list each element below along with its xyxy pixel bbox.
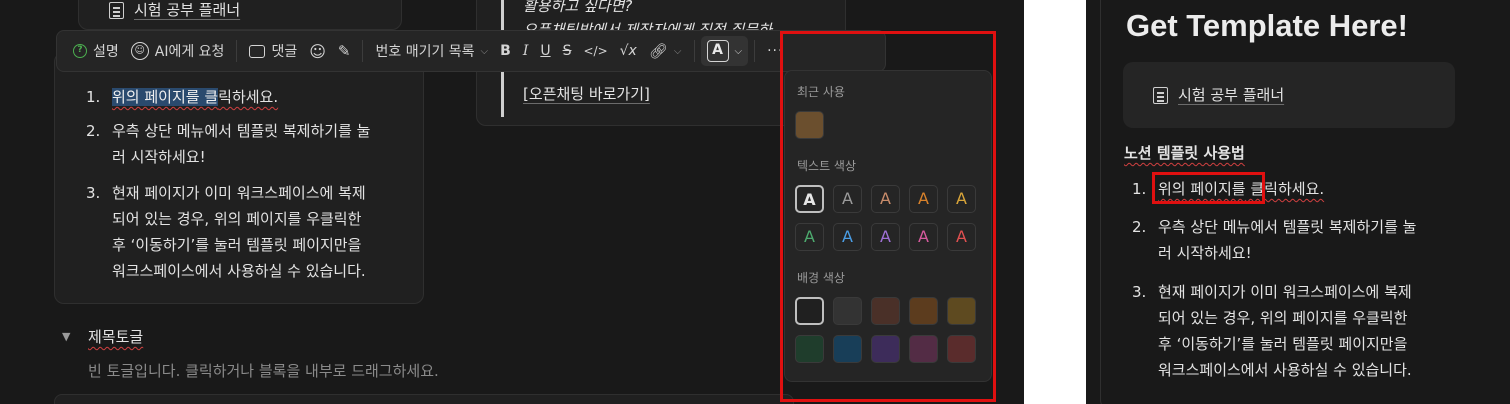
code-button[interactable]: </> (577, 36, 613, 66)
list-item[interactable]: 2. 우측 상단 메뉴에서 템플릿 복제하기를 눌 러 시작하세요! (1132, 214, 1416, 266)
open-chat-link[interactable]: [오픈채팅 바로가기] (523, 81, 650, 107)
page-link[interactable]: 시험 공부 플래너 (1153, 82, 1284, 108)
document-icon (109, 2, 124, 19)
right-screenshot: Get Template Here! 시험 공부 플래너 노션 템플릿 사용법 … (1086, 0, 1510, 404)
ai-face-icon: ☺ (130, 42, 149, 60)
comment-button[interactable]: 댓글 (243, 36, 303, 66)
list-item[interactable]: 3. 현재 페이지가 이미 워크스페이스에 복제 되어 있는 경우, 위의 페이… (1132, 279, 1412, 383)
emoji-add-icon: ☺ (309, 41, 326, 61)
page-link-card: 시험 공부 플래너 (78, 0, 402, 30)
list-item[interactable]: 1. 위의 페이지를 클릭하세요. (86, 84, 278, 110)
section-heading: 노션 템플릿 사용법 (1124, 144, 1245, 162)
selected-text: 위의 페이지를 클 (112, 88, 219, 106)
formatting-toolbar: ? 설명 ☺ AI에게 요청 댓글 ☺ ✎ 번호 매기기 목록 ⌵ B I U … (56, 30, 886, 72)
divider (236, 40, 238, 62)
divider (754, 40, 756, 62)
left-screenshot: 시험 공부 플래너 활용하고 싶다면? 오픈채팅방에서 제작자에게 직접 질문하… (0, 0, 1024, 404)
question-icon: ? (73, 44, 87, 58)
underline-button[interactable]: U (534, 36, 556, 66)
italic-button[interactable]: I (517, 36, 535, 66)
highlight-annotation-box (1152, 172, 1265, 204)
list-item[interactable]: 3. 현재 페이지가 이미 워크스페이스에 복제 되어 있는 경우, 위의 페이… (86, 180, 366, 284)
divider (362, 40, 364, 62)
toggle-arrow-icon[interactable]: ▼ (62, 324, 70, 350)
toggle-placeholder: 빈 토글입니다. 클릭하거나 블록을 내부로 드래그하세요. (88, 362, 439, 380)
chevron-down-icon: ⌵ (480, 45, 489, 57)
document-icon (1153, 87, 1168, 104)
strikethrough-button[interactable]: S (557, 36, 578, 66)
next-block (54, 394, 794, 404)
text-color-button[interactable]: A ⌵ (700, 36, 749, 66)
comment-icon (249, 44, 266, 58)
suggest-edit-button[interactable]: ✎ (332, 36, 357, 66)
page-link-card: 시험 공부 플래너 (1123, 62, 1455, 128)
highlight-annotation-box (780, 31, 996, 402)
emoji-button[interactable]: ☺ (303, 36, 332, 66)
link-icon: 🔗︎ (648, 42, 668, 60)
divider (693, 40, 695, 62)
page-link[interactable]: 시험 공부 플래너 (109, 0, 240, 23)
math-button[interactable]: √x (614, 36, 643, 66)
link-button[interactable]: 🔗︎ ⌵ (643, 36, 688, 66)
toggle-title[interactable]: 제목토글 (88, 324, 143, 350)
page-title: Get Template Here! (1126, 8, 1408, 43)
bold-button[interactable]: B (494, 36, 517, 66)
text-color-icon: A (706, 40, 729, 62)
edit-check-icon: ✎ (337, 42, 351, 60)
list-item[interactable]: 2. 우측 상단 메뉴에서 템플릿 복제하기를 눌 러 시작하세요! (86, 118, 370, 170)
chevron-down-icon: ⌵ (673, 45, 682, 57)
chevron-down-icon: ⌵ (734, 45, 743, 57)
explain-button[interactable]: ? 설명 (67, 36, 125, 66)
ask-ai-button[interactable]: ☺ AI에게 요청 (125, 36, 231, 66)
block-type-dropdown[interactable]: 번호 매기기 목록 ⌵ (369, 36, 494, 66)
